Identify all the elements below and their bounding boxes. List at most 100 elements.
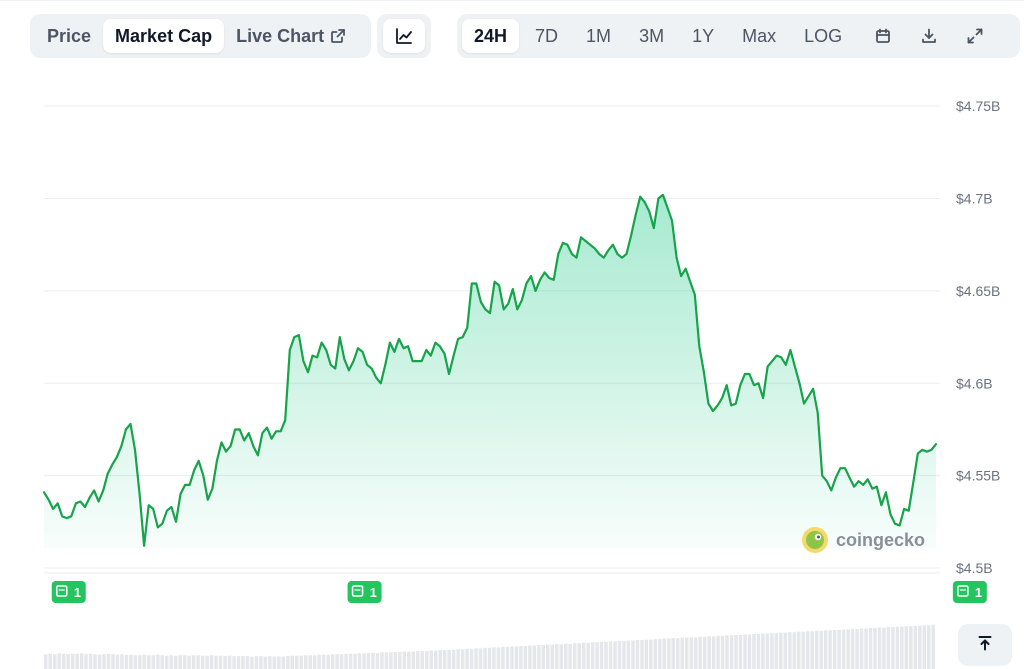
news-event-badge[interactable]: 1: [347, 581, 382, 603]
external-link-icon: [330, 28, 346, 44]
volume-bar: [348, 653, 353, 669]
tab-market-cap[interactable]: Market Cap: [103, 19, 225, 53]
volume-bar: [120, 654, 124, 669]
log-scale-button[interactable]: LOG: [792, 19, 854, 53]
volume-bar: [259, 656, 263, 669]
volume-bar: [196, 655, 200, 669]
range-24h-button[interactable]: 24H: [462, 19, 520, 53]
news-events: 1 1 1: [51, 581, 987, 603]
volume-bar: [927, 625, 931, 669]
volume-bar: [519, 646, 523, 669]
volume-bar: [693, 637, 698, 669]
volume-bar: [447, 649, 451, 669]
volume-bar: [797, 631, 801, 669]
volume-bar: [281, 656, 286, 669]
volume-bar: [523, 646, 528, 669]
volume-bar: [846, 629, 850, 669]
volume-bar: [774, 633, 779, 669]
volume-bar: [57, 653, 61, 669]
volume-bar: [747, 634, 752, 669]
calendar-button[interactable]: [862, 19, 904, 53]
volume-bar: [828, 630, 832, 669]
volume-bar: [61, 653, 66, 669]
download-icon: [920, 27, 938, 45]
volume-bar: [752, 634, 756, 669]
line-chart-button[interactable]: [383, 19, 425, 53]
volume-bar: [84, 654, 88, 669]
scroll-to-top-button[interactable]: [958, 624, 1012, 666]
volume-bar: [873, 628, 877, 669]
volume-bar: [290, 655, 294, 669]
volume-bar: [671, 638, 675, 669]
volume-bar: [891, 627, 895, 669]
volume-bar: [263, 656, 268, 669]
volume-bar: [456, 649, 460, 669]
volume-bar: [886, 627, 891, 669]
volume-bar: [895, 626, 900, 669]
volume-bar: [864, 628, 868, 669]
download-button[interactable]: [908, 19, 950, 53]
volume-bar: [568, 643, 572, 669]
volume-bar: [581, 642, 586, 669]
view-switcher: Price Market Cap Live Chart: [30, 14, 371, 58]
volume-bar: [792, 632, 797, 669]
fullscreen-button[interactable]: [954, 19, 996, 53]
range-7d-button[interactable]: 7D: [523, 19, 570, 53]
range-3m-label: 3M: [639, 25, 665, 46]
volume-bar: [667, 638, 671, 669]
news-event-badge[interactable]: 1: [51, 581, 86, 603]
volume-bar: [501, 646, 505, 669]
volume-bar: [761, 633, 765, 669]
arrow-up-to-line-icon: [976, 634, 994, 657]
volume-bar: [344, 653, 348, 669]
volume-bar: [555, 644, 559, 669]
volume-bar: [420, 651, 424, 669]
volume-bar: [321, 654, 326, 669]
volume-bar: [617, 640, 622, 669]
news-event-badge[interactable]: 1: [952, 581, 987, 603]
y-tick-label: $4.65B: [956, 283, 1000, 299]
volume-bar: [366, 652, 371, 669]
volume-bar: [765, 633, 770, 669]
price-area: [42, 193, 938, 548]
volume-bar: [75, 653, 79, 669]
range-1m-button[interactable]: 1M: [574, 19, 623, 53]
badge-count: 1: [74, 585, 81, 600]
volume-bar: [783, 632, 788, 669]
y-tick-label: $4.55B: [956, 468, 1000, 484]
volume-bar: [528, 645, 532, 669]
volume-bar: [451, 649, 456, 669]
volume-bar: [734, 635, 738, 669]
volume-bar: [312, 655, 317, 669]
volume-bar: [227, 655, 232, 669]
volume-bar: [868, 628, 873, 669]
volume-bar: [214, 655, 218, 669]
range-max-button[interactable]: Max: [730, 19, 788, 53]
tab-live-chart[interactable]: Live Chart: [224, 19, 358, 53]
volume-bar: [102, 654, 106, 669]
top-divider: [0, 0, 1024, 1]
area-fill: [44, 194, 936, 548]
volume-bar: [779, 632, 783, 669]
volume-bar: [129, 654, 133, 669]
volume-bar: [599, 641, 604, 669]
tab-price[interactable]: Price: [35, 19, 103, 53]
range-3m-button[interactable]: 3M: [627, 19, 676, 53]
volume-bar: [662, 638, 667, 669]
log-scale-label: LOG: [804, 25, 843, 46]
volume-bar: [626, 640, 631, 669]
volume-bar: [317, 654, 321, 669]
volume-bar: [685, 637, 689, 669]
volume-bar: [550, 644, 554, 669]
volume-bar: [658, 639, 662, 669]
chart-area: $4.5B $4.55B $4.6B $4.65B $4.7B $4.75B coinge…: [0, 60, 1024, 669]
volume-bar: [191, 655, 196, 669]
range-1m-label: 1M: [586, 25, 612, 46]
volume-bar: [442, 650, 447, 669]
volume-bar: [124, 654, 129, 669]
volume-bar: [138, 655, 142, 669]
volume-bar: [160, 655, 164, 669]
volume-bar: [738, 635, 743, 669]
range-1y-button[interactable]: 1Y: [680, 19, 726, 53]
volume-bar: [425, 651, 429, 669]
